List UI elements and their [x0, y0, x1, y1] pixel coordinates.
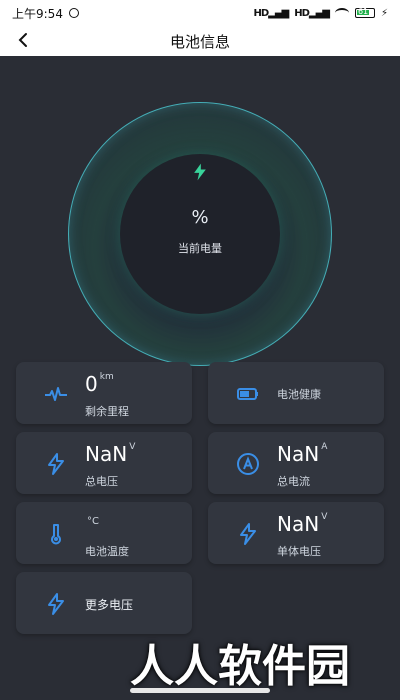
ampere-icon [237, 453, 259, 475]
page-title: 电池信息 [169, 33, 230, 51]
signal-label-2: HD [294, 7, 310, 19]
total-current-value-wrap: NaN A [277, 442, 327, 466]
signal-label: HD [253, 7, 269, 19]
temperature-unit: °C [87, 516, 99, 527]
battery-level-label: 当前电量 [178, 242, 222, 255]
watermark: 人人软件园 [130, 630, 370, 692]
battery-percent-value: % [191, 207, 209, 228]
lightning-icon [194, 163, 206, 181]
bolt-icon [48, 593, 64, 615]
watermark-text: 人人软件园 [130, 641, 350, 692]
card-battery-temperature[interactable]: °C 电池温度 [16, 502, 192, 564]
battery-health-label: 电池健康 [277, 388, 321, 401]
bolt-icon [240, 523, 256, 545]
cell-voltage-value-wrap: NaN V [277, 512, 327, 536]
total-current-unit: A [321, 442, 328, 452]
cell-voltage-value: NaN [277, 512, 320, 536]
alarm-icon [68, 8, 79, 18]
mileage-label: 剩余里程 [85, 405, 129, 418]
battery-status-icon: 61 [354, 7, 375, 18]
total-current-label: 总电流 [277, 475, 310, 488]
mileage-unit: km [99, 372, 114, 382]
cell-voltage-unit: V [321, 512, 328, 522]
temperature-label: 电池温度 [85, 545, 129, 558]
battery-percent: 61 [357, 7, 369, 16]
battery-icon [237, 388, 258, 400]
home-indicator[interactable] [130, 688, 270, 693]
total-current-value: NaN [277, 442, 320, 466]
mileage-value-wrap: 0 km [85, 372, 114, 396]
card-total-voltage[interactable]: NaN V 总电压 [16, 432, 192, 494]
dashboard: % 当前电量 0 km 剩余里程 电池健康 NaN V 总电压 NaN A 总电… [0, 56, 400, 700]
more-voltage-label: 更多电压 [85, 598, 134, 612]
card-battery-health[interactable]: 电池健康 [208, 362, 384, 424]
status-bar: 上午9:54 HD▂▄▆ HD▂▄▆ 61 ⚡ [0, 0, 400, 26]
card-remaining-mileage[interactable]: 0 km 剩余里程 [16, 362, 192, 424]
card-cell-voltage[interactable]: NaN V 单体电压 [208, 502, 384, 564]
total-voltage-label: 总电压 [85, 475, 118, 488]
card-more-voltage[interactable]: 更多电压 [16, 572, 192, 634]
total-voltage-value-wrap: NaN V [85, 442, 135, 466]
signal-icon-2: HD▂▄▆ [294, 7, 330, 19]
bolt-icon [48, 453, 64, 475]
mileage-value: 0 [85, 372, 98, 396]
status-time: 上午9:54 [12, 6, 63, 21]
pulse-icon [45, 387, 67, 401]
thermometer-icon [51, 524, 61, 545]
signal-icon: HD▂▄▆ [253, 7, 289, 19]
total-voltage-value: NaN [85, 442, 128, 466]
cell-voltage-label: 单体电压 [277, 545, 321, 558]
total-voltage-unit: V [129, 442, 136, 452]
wifi-icon [334, 8, 349, 18]
navbar: 电池信息 [0, 26, 400, 56]
charging-icon: ⚡ [380, 7, 388, 19]
temperature-value-wrap: °C [85, 516, 99, 540]
card-total-current[interactable]: NaN A 总电流 [208, 432, 384, 494]
battery-gauge: % 当前电量 [68, 102, 332, 366]
